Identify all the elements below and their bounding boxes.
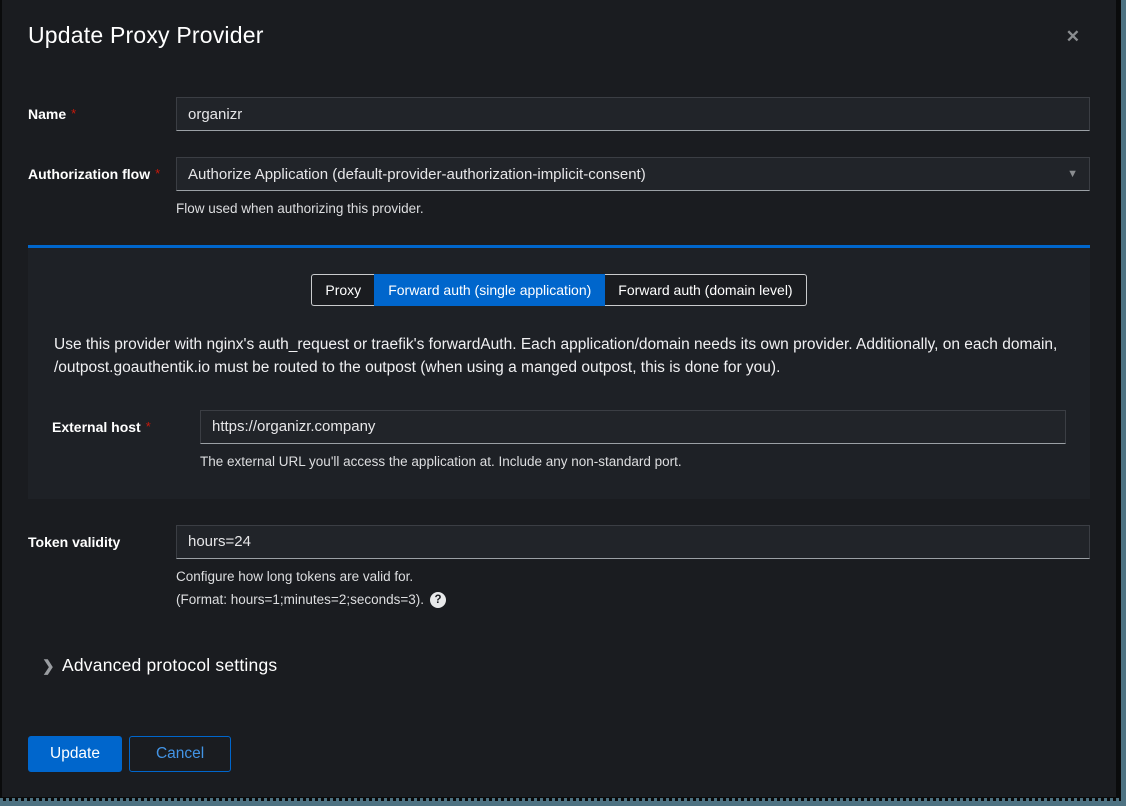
name-label: Name <box>28 106 66 122</box>
token-validity-help-2: (Format: hours=1;minutes=2;seconds=3). <box>176 591 424 609</box>
authorization-flow-label: Authorization flow <box>28 166 150 182</box>
modal-title: Update Proxy Provider <box>28 22 264 49</box>
external-host-field-col: The external URL you'll access the appli… <box>200 410 1066 471</box>
update-button[interactable]: Update <box>28 736 122 772</box>
external-host-input[interactable] <box>200 410 1066 444</box>
authorization-flow-help: Flow used when authorizing this provider… <box>176 200 1090 218</box>
name-input[interactable] <box>176 97 1090 131</box>
backdrop-dotted-edge <box>0 798 1121 801</box>
token-validity-label-col: Token validity <box>28 525 176 552</box>
token-validity-field-col: Configure how long tokens are valid for.… <box>176 525 1090 609</box>
proxy-mode-card: Proxy Forward auth (single application) … <box>28 245 1090 499</box>
screenshot-frame: Update Proxy Provider ✕ Name * Authorizat… <box>0 0 1126 806</box>
authorization-flow-selected-value: Authorize Application (default-provider-… <box>188 166 646 183</box>
cancel-button[interactable]: Cancel <box>129 736 231 772</box>
tab-proxy[interactable]: Proxy <box>311 274 374 306</box>
authorization-flow-field-col: Authorize Application (default-provider-… <box>176 157 1090 218</box>
token-validity-input[interactable] <box>176 525 1090 559</box>
name-field-col <box>176 97 1090 131</box>
external-host-label: External host <box>52 419 141 435</box>
question-circle-icon[interactable]: ? <box>430 592 446 608</box>
authorization-flow-required-marker: * <box>155 166 160 181</box>
forward-auth-description: Use this provider with nginx's auth_requ… <box>54 333 1064 380</box>
modal-actions: Update Cancel <box>28 736 1090 772</box>
advanced-protocol-settings-label: Advanced protocol settings <box>62 655 277 676</box>
authorization-flow-select[interactable]: Authorize Application (default-provider-… <box>176 157 1090 191</box>
name-label-col: Name * <box>28 97 176 124</box>
token-validity-help-1: Configure how long tokens are valid for. <box>176 568 1090 586</box>
external-host-label-col: External host * <box>52 410 200 437</box>
update-proxy-provider-modal: Update Proxy Provider ✕ Name * Authorizat… <box>2 0 1116 797</box>
proxy-mode-toggle-group: Proxy Forward auth (single application) … <box>52 274 1066 306</box>
tab-forward-auth-single-application[interactable]: Forward auth (single application) <box>374 274 605 306</box>
external-host-help: The external URL you'll access the appli… <box>200 453 1066 471</box>
authorization-flow-row: Authorization flow * Authorize Applicatio… <box>28 157 1090 218</box>
token-validity-help-2-line: (Format: hours=1;minutes=2;seconds=3). ? <box>176 591 1090 609</box>
name-required-marker: * <box>71 106 76 121</box>
tab-forward-auth-domain-level[interactable]: Forward auth (domain level) <box>605 274 806 306</box>
authorization-flow-label-col: Authorization flow * <box>28 157 176 184</box>
external-host-row: External host * The external URL you'll a… <box>52 410 1066 471</box>
advanced-protocol-settings-expander[interactable]: ❯ Advanced protocol settings <box>28 655 1090 676</box>
close-icon[interactable]: ✕ <box>1056 22 1090 51</box>
name-field-row: Name * <box>28 97 1090 131</box>
token-validity-label: Token validity <box>28 534 120 550</box>
external-host-required-marker: * <box>146 419 151 434</box>
chevron-right-icon: ❯ <box>28 657 62 675</box>
token-validity-row: Token validity Configure how long tokens… <box>28 525 1090 609</box>
caret-down-icon: ▼ <box>1067 168 1078 180</box>
modal-header: Update Proxy Provider ✕ <box>28 22 1090 51</box>
